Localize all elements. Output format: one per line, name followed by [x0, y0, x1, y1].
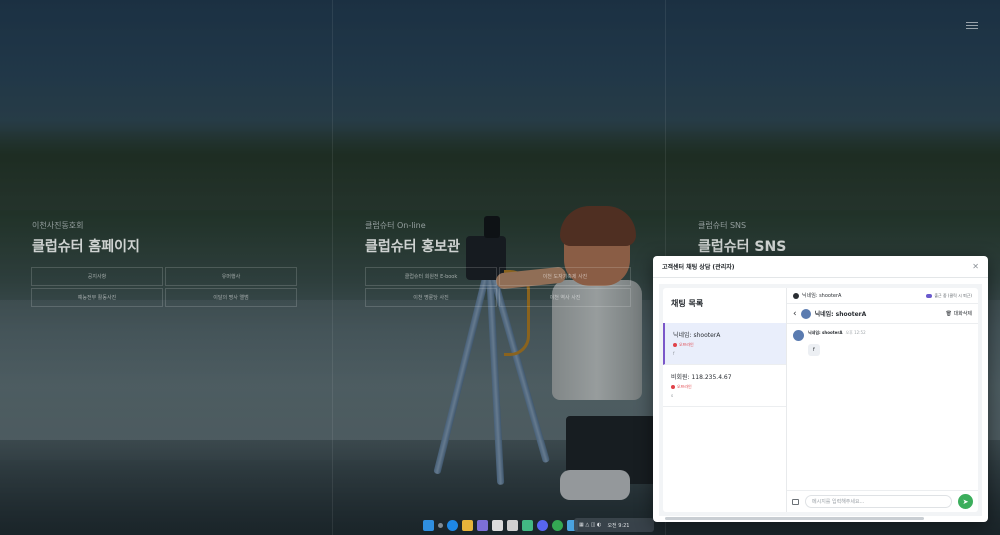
app-icon[interactable]	[491, 519, 503, 531]
send-button[interactable]: ➤	[958, 494, 973, 509]
status-text: 오프라인	[677, 384, 692, 389]
modal-title: 고객센터 채팅 상담 (관리자)	[662, 264, 735, 271]
conversation-pane: 닉네임: shooterA 출근 중 (클릭 시 퇴근) ‹ 닉네임: shoo…	[787, 288, 978, 512]
monthly-album-button[interactable]: 이달의 명사 앨범	[165, 288, 297, 307]
sender-name: 닉네임: shooterA	[808, 330, 843, 335]
chat-list: 채팅 목록 닉네임: shooterA 오프라인 f 비회원: 118.235.…	[663, 288, 787, 512]
column-subtitle: 클럽슈터 SNS	[698, 221, 747, 230]
column-title: 클럽슈터 홈페이지	[32, 239, 140, 255]
event-button[interactable]: 유머행사	[165, 267, 297, 286]
message-content: 닉네임: shooterA 오후 12:52 f	[808, 330, 866, 356]
message-composer: ➤	[787, 490, 978, 512]
chat-panel: 채팅 목록 닉네임: shooterA 오프라인 f 비회원: 118.235.…	[663, 288, 978, 512]
conversation-topbar: 닉네임: shooterA 출근 중 (클릭 시 퇴근)	[787, 288, 978, 304]
tray-clock: 오전 9:21	[607, 522, 630, 529]
chat-user-name: 비회원: 118.235.4.67	[671, 374, 732, 381]
discord-icon[interactable]	[536, 519, 548, 531]
message-list: 닉네임: shooterA 오후 12:52 f	[787, 324, 978, 490]
message-time: 오후 12:52	[845, 330, 866, 335]
myeongryundang-button[interactable]: 이천 명륜당 사진	[365, 288, 497, 307]
offline-dot-icon	[671, 385, 675, 389]
current-user: 닉네임: shooterA	[793, 292, 841, 299]
ceramics-festival-button[interactable]: 이천 도자기축제 사진	[499, 267, 631, 286]
homepage-buttons: 공지사항 유머행사 예능전부 활동사진 이달의 명사 앨범	[30, 266, 298, 308]
send-icon: ➤	[962, 497, 969, 506]
offline-dot-icon	[673, 343, 677, 347]
image-attach-icon[interactable]	[792, 498, 799, 505]
trash-icon: 🗑	[945, 311, 952, 317]
folder-icon[interactable]	[461, 519, 473, 531]
column-homepage: 이천사진동호회 클럽슈터 홈페이지	[32, 220, 140, 256]
conversation-header: ‹ 닉네임: shooterA 🗑 대화삭제	[787, 304, 978, 324]
menu-icon[interactable]	[966, 20, 978, 31]
status-badge: 오프라인	[673, 342, 778, 348]
windows-start-icon[interactable]	[422, 519, 434, 531]
chrome-icon[interactable]	[551, 519, 563, 531]
chat-modal: 고객센터 채팅 상담 (관리자) ✕ 채팅 목록 닉네임: shooterA 오…	[653, 256, 988, 522]
back-icon[interactable]: ‹	[793, 309, 797, 319]
chat-list-title: 채팅 목록	[671, 299, 704, 308]
modal-body: 채팅 목록 닉네임: shooterA 오프라인 f 비회원: 118.235.…	[659, 284, 982, 516]
current-user-label: 닉네임: shooterA	[802, 293, 842, 299]
close-icon[interactable]: ✕	[972, 262, 979, 271]
avatar	[800, 308, 811, 319]
column-sns: 클럽슈터 SNS 클럽슈터 SNS	[698, 220, 786, 256]
chat-user-name: 닉네임: shooterA	[673, 332, 721, 339]
promo-buttons: 클럽슈터 회원전 E-book 이천 도자기축제 사진 이천 명륜당 사진 이천…	[364, 266, 632, 308]
column-subtitle: 클럽슈터 On-line	[365, 221, 426, 230]
toggle-icon	[926, 293, 933, 298]
conversation-title: 닉네임: shooterA	[814, 311, 867, 318]
work-status-label: 출근 중 (클릭 시 퇴근)	[934, 292, 972, 298]
status-badge: 오프라인	[671, 384, 778, 390]
activity-photos-button[interactable]: 예능전부 활동사진	[31, 288, 163, 307]
search-icon[interactable]	[437, 522, 443, 528]
message-bubble: f	[808, 344, 820, 356]
delete-label: 대화삭제	[953, 311, 972, 317]
history-photos-button[interactable]: 이천 역사 사진	[499, 288, 631, 307]
chat-list-item[interactable]: 닉네임: shooterA 오프라인 f	[663, 323, 786, 365]
ebook-button[interactable]: 클럽슈터 회원전 E-book	[365, 267, 497, 286]
app-icon[interactable]	[521, 519, 533, 531]
work-status-toggle[interactable]: 출근 중 (클릭 시 퇴근)	[926, 293, 972, 299]
edge-icon[interactable]	[446, 519, 458, 531]
app-icon[interactable]	[506, 519, 518, 531]
system-tray[interactable]: ▦ △ ◫ ◐ 오전 9:21	[574, 518, 654, 532]
message-item: 닉네임: shooterA 오후 12:52 f	[793, 330, 972, 356]
column-divider	[332, 0, 333, 535]
message-sender: 닉네임: shooterA 오후 12:52	[808, 330, 866, 336]
column-subtitle: 이천사진동호회	[32, 221, 84, 230]
avatar	[793, 330, 804, 341]
column-title: 클럽슈터 SNS	[698, 239, 787, 255]
horizontal-scrollbar[interactable]	[665, 517, 924, 520]
status-text: 오프라인	[679, 342, 694, 347]
app-icon[interactable]	[476, 519, 488, 531]
notice-button[interactable]: 공지사항	[31, 267, 163, 286]
user-icon	[793, 292, 799, 299]
tray-icons: ▦ △ ◫ ◐	[579, 522, 602, 528]
delete-conversation-button[interactable]: 🗑 대화삭제	[946, 310, 972, 317]
column-title: 클럽슈터 홍보관	[365, 239, 461, 255]
last-message: f	[673, 351, 675, 356]
column-promo: 클럽슈터 On-line 클럽슈터 홍보관	[365, 220, 460, 256]
last-message: s	[671, 393, 674, 398]
chat-list-item[interactable]: 비회원: 118.235.4.67 오프라인 s	[663, 365, 786, 407]
message-input[interactable]	[805, 495, 952, 508]
modal-header: 고객센터 채팅 상담 (관리자) ✕	[653, 256, 988, 278]
